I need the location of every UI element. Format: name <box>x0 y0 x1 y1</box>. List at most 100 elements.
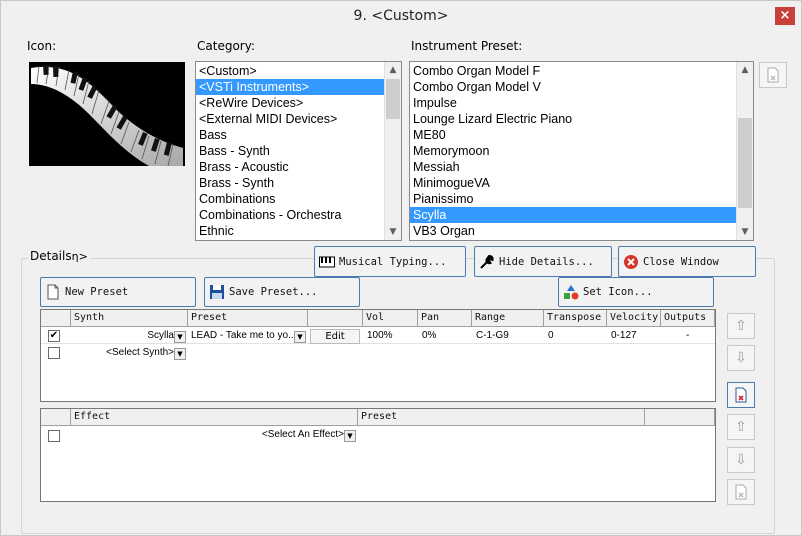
synth-table: Synth Preset Vol Pan Range Transpose Vel… <box>40 309 716 402</box>
close-window-label: Close Window <box>643 255 719 268</box>
synth-header-preset[interactable]: Preset <box>188 310 308 327</box>
row-transpose[interactable]: 0 <box>548 329 554 343</box>
close-window-button[interactable]: Close Window <box>618 246 756 277</box>
arrow-up-icon: ⇧ <box>735 318 747 334</box>
table-row-empty[interactable]: <Select Synth> ▼ <box>41 345 715 361</box>
row-velocity[interactable]: 0-127 <box>611 329 637 343</box>
table-row[interactable]: ✔ Scylla ▼ LEAD - Take me to yo... ▼ Edi… <box>41 328 715 344</box>
synth-header-vol[interactable]: Vol <box>363 310 418 327</box>
category-item[interactable]: <External MIDI Devices> <box>196 111 401 127</box>
category-label: Category: <box>197 39 255 53</box>
preset-item[interactable]: MinimogueVA <box>410 175 753 191</box>
scroll-down-arrow-icon[interactable]: ▼ <box>737 224 753 240</box>
set-icon-button[interactable]: Set Icon... <box>558 277 714 307</box>
row-range[interactable]: C-1-G9 <box>476 329 509 343</box>
arrow-down-icon: ⇩ <box>735 350 747 366</box>
preset-item[interactable]: Impulse <box>410 95 753 111</box>
category-item-selected[interactable]: <VSTi Instruments> <box>196 79 401 95</box>
synth-header-velocity[interactable]: Velocity <box>607 310 661 327</box>
preset-item[interactable]: ME80 <box>410 127 753 143</box>
edit-synth-button[interactable]: Edit <box>310 329 360 344</box>
synth-header-pan[interactable]: Pan <box>418 310 472 327</box>
instrument-preset-listbox[interactable]: Combo Organ Model F Combo Organ Model V … <box>409 61 754 241</box>
category-item[interactable]: Brass - Acoustic <box>196 159 401 175</box>
synth-header-range[interactable]: Range <box>472 310 544 327</box>
scroll-down-arrow-icon[interactable]: ▼ <box>385 224 401 240</box>
row-preset-name: LEAD - Take me to yo... <box>191 330 295 341</box>
effect-dropdown-arrow-icon[interactable]: ▼ <box>344 430 356 442</box>
preset-item[interactable]: VB3 Organ <box>410 223 753 239</box>
remove-synth-button[interactable] <box>727 382 755 408</box>
scrollbar-thumb[interactable] <box>738 118 752 208</box>
synth-header-edit <box>308 310 363 327</box>
preset-scrollbar[interactable]: ▲ ▼ <box>736 62 753 240</box>
preset-item[interactable]: Combo Organ Model V <box>410 79 753 95</box>
move-effect-down-button[interactable]: ⇩ <box>727 447 755 473</box>
table-row-empty[interactable]: <Select An Effect> ▼ <box>41 427 715 443</box>
row-vol[interactable]: 100% <box>367 329 393 343</box>
scroll-up-arrow-icon[interactable]: ▲ <box>737 62 753 78</box>
row-enable-checkbox[interactable]: ✔ <box>48 330 60 342</box>
effect-header-check <box>41 409 71 426</box>
preset-item[interactable]: Memorymoon <box>410 143 753 159</box>
effect-enable-checkbox[interactable] <box>48 430 60 442</box>
row-outputs: - <box>686 330 690 341</box>
synth-dropdown-arrow-icon[interactable]: ▼ <box>174 348 186 360</box>
effect-header-preset[interactable]: Preset <box>358 409 645 426</box>
move-synth-up-button[interactable]: ⇧ <box>727 313 755 339</box>
row-pan[interactable]: 0% <box>422 329 436 343</box>
delete-preset-button[interactable] <box>759 62 787 88</box>
hide-details-button[interactable]: Hide Details... <box>474 246 612 277</box>
hide-details-label: Hide Details... <box>499 255 594 268</box>
category-item[interactable]: Combinations - Orchestra <box>196 207 401 223</box>
preset-items: Combo Organ Model F Combo Organ Model V … <box>410 62 753 239</box>
row-enable-checkbox[interactable] <box>48 347 60 359</box>
preset-item[interactable]: Messiah <box>410 159 753 175</box>
new-preset-label: New Preset <box>65 286 129 298</box>
new-page-icon <box>45 284 61 300</box>
musical-typing-button[interactable]: Musical Typing... <box>314 246 466 277</box>
select-effect-placeholder[interactable]: <Select An Effect> <box>71 428 344 442</box>
synth-header-outputs[interactable]: Outputs <box>661 310 715 327</box>
arrow-down-icon: ⇩ <box>735 452 747 468</box>
details-label-suffix: η> <box>71 250 88 263</box>
instrument-preset-label: Instrument Preset: <box>411 39 523 53</box>
category-listbox[interactable]: <Custom> <VSTi Instruments> <ReWire Devi… <box>195 61 402 241</box>
select-synth-placeholder[interactable]: <Select Synth> <box>71 346 174 360</box>
effect-header-effect[interactable]: Effect <box>71 409 358 426</box>
save-preset-button[interactable]: Save Preset... <box>204 277 360 307</box>
preset-dropdown-arrow-icon[interactable]: ▼ <box>294 331 306 343</box>
category-item[interactable]: Ethnic <box>196 223 401 239</box>
keyboard-icon <box>319 254 335 270</box>
details-label: Detailsη> <box>28 249 90 263</box>
synth-header-transpose[interactable]: Transpose <box>544 310 607 327</box>
floppy-disk-icon <box>209 284 225 300</box>
move-effect-up-button[interactable]: ⇧ <box>727 414 755 440</box>
close-window-x-button[interactable]: × <box>775 7 795 25</box>
category-item[interactable]: Combinations <box>196 191 401 207</box>
category-item[interactable]: Bass - Synth <box>196 143 401 159</box>
preset-item[interactable]: Lounge Lizard Electric Piano <box>410 111 753 127</box>
scroll-up-arrow-icon[interactable]: ▲ <box>385 62 401 78</box>
preset-icon-image[interactable] <box>29 62 185 167</box>
synth-dropdown-arrow-icon[interactable]: ▼ <box>174 331 186 343</box>
close-circle-icon <box>623 254 639 270</box>
checkmark-icon: ✔ <box>49 330 59 341</box>
category-item[interactable]: <ReWire Devices> <box>196 95 401 111</box>
title-bar: 9. <Custom> × <box>1 1 801 33</box>
preset-item-selected[interactable]: Scylla <box>410 207 753 223</box>
shapes-icon <box>563 284 579 300</box>
new-preset-button[interactable]: New Preset <box>40 277 196 307</box>
remove-effect-button[interactable] <box>727 479 755 505</box>
category-scrollbar[interactable]: ▲ ▼ <box>384 62 401 240</box>
category-item[interactable]: Brass - Synth <box>196 175 401 191</box>
scrollbar-thumb[interactable] <box>386 79 400 119</box>
set-icon-label: Set Icon... <box>583 286 653 298</box>
category-item[interactable]: <Custom> <box>196 63 401 79</box>
preset-editor-window: 9. <Custom> × Icon: Category: Instrument… <box>0 0 802 536</box>
category-item[interactable]: Bass <box>196 127 401 143</box>
preset-item[interactable]: Combo Organ Model F <box>410 63 753 79</box>
move-synth-down-button[interactable]: ⇩ <box>727 345 755 371</box>
synth-header-synth[interactable]: Synth <box>71 310 188 327</box>
preset-item[interactable]: Pianissimo <box>410 191 753 207</box>
